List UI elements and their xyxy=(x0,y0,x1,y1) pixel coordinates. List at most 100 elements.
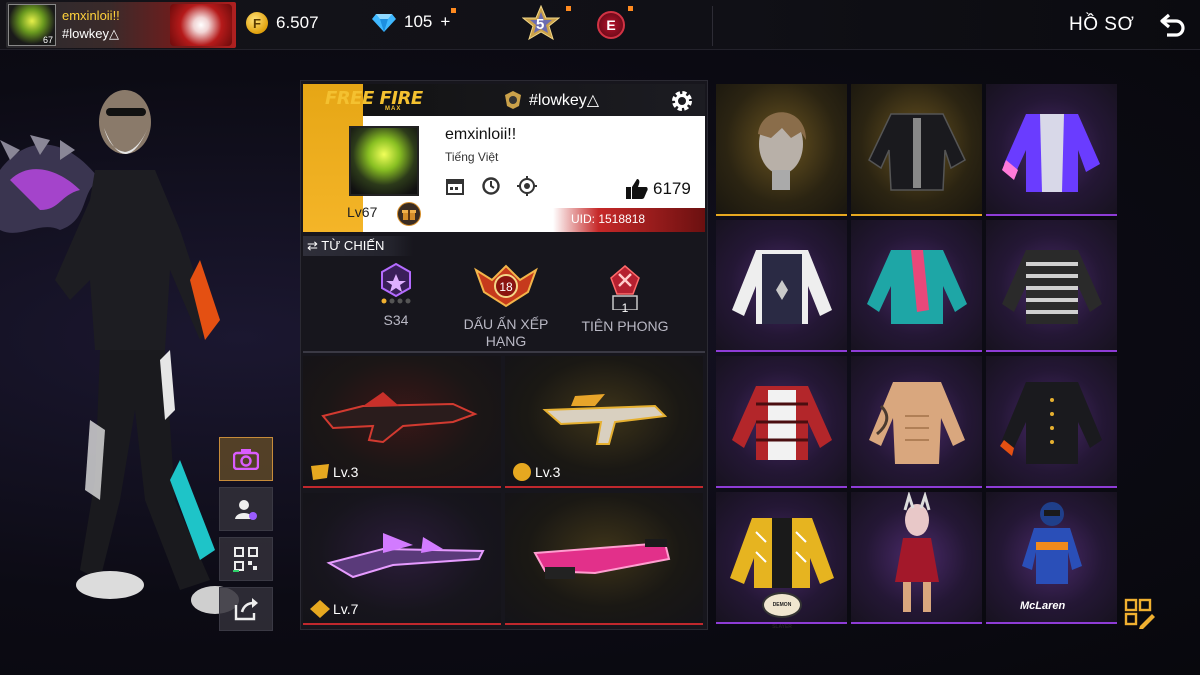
elite-pass-badge[interactable]: E xyxy=(597,11,625,39)
likes-count[interactable]: 6179 xyxy=(625,178,691,200)
outfit-slot-black-uniform[interactable] xyxy=(986,356,1117,488)
rank-shield-icon xyxy=(381,262,411,304)
ranked-badge-number: 18 xyxy=(499,280,513,294)
rank-notification-dot xyxy=(566,6,571,11)
edit-layout-icon xyxy=(1124,598,1155,629)
divider xyxy=(303,351,705,353)
ranked-badge-label-2: HẠNG xyxy=(485,333,527,349)
teal-shirt-icon xyxy=(867,250,967,324)
gold-coin-icon: F xyxy=(246,12,268,34)
side-actions xyxy=(219,437,273,637)
clock-icon[interactable] xyxy=(481,176,501,196)
diamond-value: 105 xyxy=(404,12,433,31)
season-rank[interactable]: S34 xyxy=(358,262,434,329)
qr-code-icon xyxy=(233,547,258,572)
demon-slayer-logo: DEMON SLAYER xyxy=(762,592,802,630)
outfit-slot-jacket[interactable] xyxy=(986,84,1117,216)
gear-icon[interactable] xyxy=(669,88,695,114)
purple-jacket-icon xyxy=(1002,114,1100,192)
camera-icon xyxy=(233,449,259,470)
outfit-slot-racing-suit[interactable]: McLaren xyxy=(986,492,1117,624)
outfit-slot-vest[interactable] xyxy=(716,220,847,352)
mclaren-logo: McLaren xyxy=(1020,600,1066,612)
weapon-level: Lv.7 xyxy=(333,601,359,617)
share-icon xyxy=(234,598,258,621)
gold-balance: F 6.507 xyxy=(246,12,319,34)
back-arrow-icon xyxy=(1160,13,1185,37)
target-icon[interactable] xyxy=(517,176,537,196)
gold-value: 6.507 xyxy=(276,13,319,32)
avatar-button[interactable] xyxy=(219,487,273,531)
season-label: S34 xyxy=(383,312,409,328)
rank-number: 5 xyxy=(536,16,545,33)
page-title: HỒ SƠ xyxy=(1069,14,1135,35)
red-dress-icon xyxy=(895,492,939,612)
add-diamond-button[interactable]: + xyxy=(440,12,450,32)
p90-icon xyxy=(533,539,671,579)
card-level: Lv67 xyxy=(347,204,378,220)
user-icon xyxy=(235,500,257,520)
banner-deco-icon xyxy=(170,4,232,46)
outfit-slot-red-dress[interactable] xyxy=(851,492,982,624)
weapon-level: Lv.3 xyxy=(535,464,561,480)
diamond-balance[interactable]: 105 + xyxy=(372,12,450,32)
pioneer-label: TIÊN PHONG xyxy=(581,318,669,334)
outfit-grid: DEMON SLAYER McLaren xyxy=(712,84,1120,630)
outfit-slot-teal-shirt[interactable] xyxy=(851,220,982,352)
top-bar: 67 emxinloii!! #lowkey△ F 6.507 105 + 5 … xyxy=(0,0,1200,50)
pioneer-badge[interactable]: 1 TIÊN PHONG xyxy=(578,264,672,335)
free-fire-logo: FREE FIRE xyxy=(325,88,423,109)
ranked-badge-label-1: DẤU ẤN XẾP xyxy=(463,316,549,332)
outfit-slot-hair[interactable] xyxy=(716,84,847,216)
qr-code-button[interactable] xyxy=(219,537,273,581)
weapon-rank-icon xyxy=(310,600,330,618)
weapon-slot-2[interactable]: Lv.3 xyxy=(505,356,703,488)
vest-icon xyxy=(732,250,832,324)
card-avatar[interactable] xyxy=(349,126,419,196)
edit-outfit-button[interactable] xyxy=(1124,598,1156,630)
guild-emblem-icon xyxy=(505,91,521,109)
avatar: 67 xyxy=(8,4,56,46)
guild-name: #lowkey△ xyxy=(529,92,600,109)
guild-tag[interactable]: #lowkey△ xyxy=(503,90,599,110)
outfit-slot-tattoo-torso[interactable] xyxy=(851,356,982,488)
weapon-rank-icon xyxy=(513,463,531,481)
id-card: FREE FIRE MAX #lowkey△ Lv67 emxinloii!! … xyxy=(303,84,705,232)
divider xyxy=(712,6,713,46)
black-jacket-icon xyxy=(868,113,966,191)
striped-top-icon xyxy=(1002,250,1102,324)
avatar-level: 67 xyxy=(42,35,53,45)
calendar-icon[interactable] xyxy=(445,176,465,196)
outfit-slot-yellow-haori[interactable]: DEMON SLAYER xyxy=(716,492,847,630)
weapon-slot-4[interactable] xyxy=(505,493,703,625)
gift-button[interactable] xyxy=(397,202,421,226)
outfit-slot-top[interactable] xyxy=(851,84,982,216)
card-language: Tiếng Việt xyxy=(445,150,499,164)
card-icon-row xyxy=(445,176,537,196)
outfit-slot-plaid-shirt[interactable] xyxy=(716,356,847,488)
player-chip[interactable]: 67 emxinloii!! #lowkey△ xyxy=(6,2,236,48)
player-name: emxinloii!! xyxy=(62,8,120,23)
thumbs-up-icon xyxy=(626,179,648,199)
elite-notification-dot xyxy=(628,6,633,11)
outfit-slot-striped-top[interactable] xyxy=(986,220,1117,352)
weapon-slot-3[interactable]: Lv.7 xyxy=(303,493,501,625)
ranked-badge[interactable]: 18 DẤU ẤN XẾP HẠNG xyxy=(454,262,558,350)
uid-text[interactable]: UID: 1518818 xyxy=(571,212,645,226)
share-button[interactable] xyxy=(219,587,273,631)
rank-badge[interactable]: 5 xyxy=(521,4,561,43)
notification-dot xyxy=(451,8,456,13)
black-uniform-icon xyxy=(1000,382,1102,464)
section-label[interactable]: ⇄ TỪ CHIẾN xyxy=(303,236,413,256)
back-button[interactable] xyxy=(1155,8,1191,42)
tattoo-torso-icon xyxy=(869,382,965,464)
diamond-icon xyxy=(372,14,396,32)
plaid-shirt-icon xyxy=(732,386,832,460)
card-name: emxinloii!! xyxy=(445,126,517,143)
weapon-slot-1[interactable]: Lv.3 xyxy=(303,356,501,488)
gift-icon xyxy=(402,210,416,220)
weapon-level: Lv.3 xyxy=(333,464,359,480)
camera-button[interactable] xyxy=(219,437,273,481)
pioneer-number: 1 xyxy=(621,301,629,315)
weapon-rank-icon xyxy=(311,464,329,480)
